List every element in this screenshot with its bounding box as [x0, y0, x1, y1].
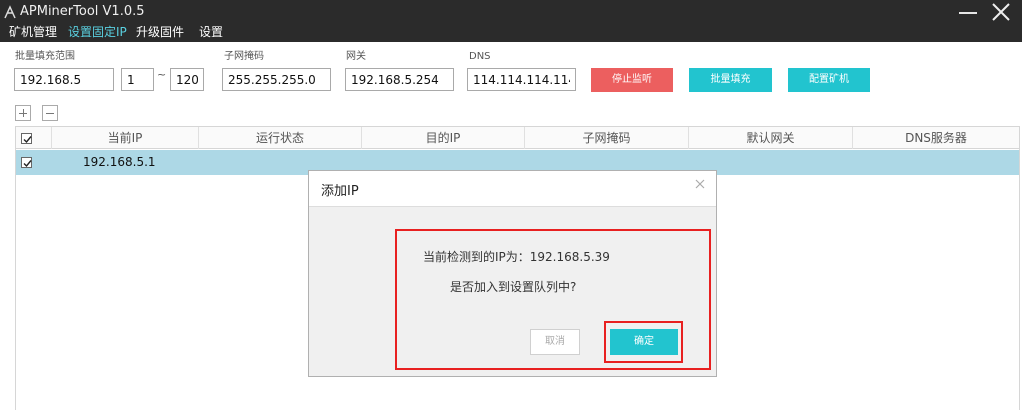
ok-highlight-box [604, 321, 683, 363]
dialog-close-button[interactable] [693, 177, 707, 191]
close-icon [695, 179, 705, 189]
dialog-header: 添加IP [309, 171, 716, 207]
dialog-title: 添加IP [321, 184, 359, 199]
add-ip-dialog: 添加IP 当前检测到的IP为：192.168.5.39 是否加入到设置队列中? … [308, 170, 717, 377]
modal-overlay: 添加IP 当前检测到的IP为：192.168.5.39 是否加入到设置队列中? … [0, 0, 1022, 410]
